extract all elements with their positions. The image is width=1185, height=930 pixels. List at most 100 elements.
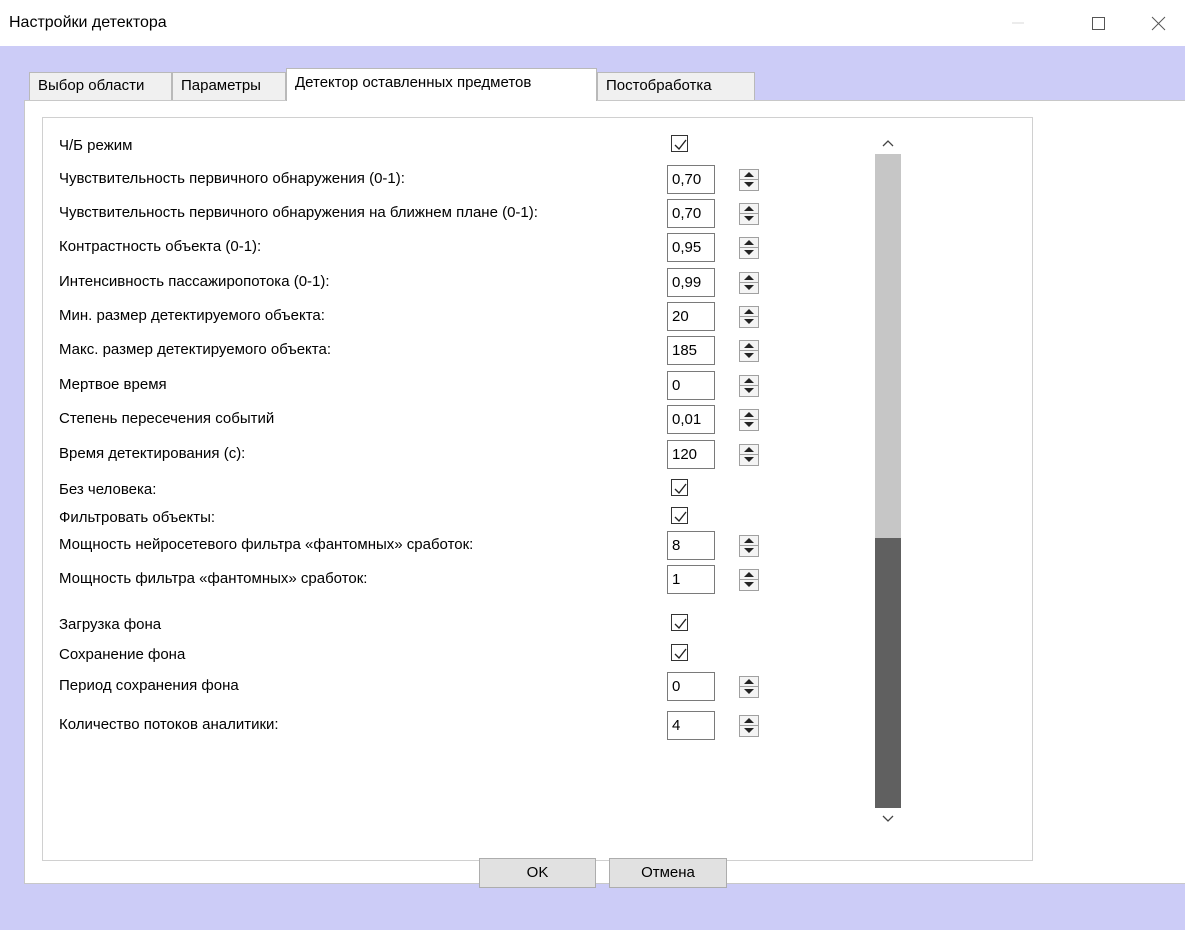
spin-buttons[interactable] <box>739 409 759 431</box>
param-value-input[interactable]: 0,99 <box>667 268 715 297</box>
spin-up-icon[interactable] <box>740 570 758 580</box>
spin-down-icon[interactable] <box>740 580 758 590</box>
param-label: Без человека: <box>59 481 157 498</box>
tab-page: Ч/Б режим Чувствительность первичного обн… <box>24 100 1185 884</box>
spin-down-icon[interactable] <box>740 726 758 736</box>
spin-down-icon[interactable] <box>740 420 758 430</box>
spin-up-icon[interactable] <box>740 204 758 214</box>
spin-down-icon[interactable] <box>740 283 758 293</box>
spin-up-icon[interactable] <box>740 445 758 455</box>
spin-up-icon[interactable] <box>740 238 758 248</box>
param-checkbox[interactable] <box>671 135 688 152</box>
param-checkbox[interactable] <box>671 644 688 661</box>
param-label: Период сохранения фона <box>59 677 239 694</box>
spin-up-icon[interactable] <box>740 170 758 180</box>
param-value-input[interactable]: 4 <box>667 711 715 740</box>
spin-up-icon[interactable] <box>740 376 758 386</box>
close-icon <box>1151 16 1166 31</box>
parameters-panel: Ч/Б режим Чувствительность первичного обн… <box>42 117 1033 861</box>
scroll-track[interactable] <box>875 154 901 808</box>
param-label: Интенсивность пассажиропотока (0-1): <box>59 273 330 290</box>
param-value-input[interactable]: 0 <box>667 371 715 400</box>
spin-buttons[interactable] <box>739 676 759 698</box>
param-label: Мертвое время <box>59 376 167 393</box>
spin-up-icon[interactable] <box>740 677 758 687</box>
tab-region-selection[interactable]: Выбор области <box>29 72 172 100</box>
spin-up-icon[interactable] <box>740 410 758 420</box>
spin-buttons[interactable] <box>739 340 759 362</box>
spin-up-icon[interactable] <box>740 341 758 351</box>
param-value-input[interactable]: 0,95 <box>667 233 715 262</box>
param-value-input[interactable]: 0,70 <box>667 165 715 194</box>
param-row: Загрузка фона <box>43 611 903 641</box>
spin-up-icon[interactable] <box>740 307 758 317</box>
param-value-input[interactable]: 1 <box>667 565 715 594</box>
tab-parameters[interactable]: Параметры <box>172 72 286 100</box>
param-row: Время детектирования (с): 120 <box>43 440 903 470</box>
vertical-scrollbar[interactable] <box>875 132 901 830</box>
param-value-input[interactable]: 0,70 <box>667 199 715 228</box>
param-value-input[interactable]: 120 <box>667 440 715 469</box>
spin-up-icon[interactable] <box>740 273 758 283</box>
param-label: Фильтровать объекты: <box>59 509 216 526</box>
param-label: Макс. размер детектируемого объекта: <box>59 341 331 358</box>
scroll-thumb[interactable] <box>875 538 901 808</box>
param-label: Мин. размер детектируемого объекта: <box>59 307 325 324</box>
cancel-button[interactable]: Отмена <box>609 858 727 888</box>
tab-abandoned-objects-detector[interactable]: Детектор оставленных предметов <box>286 68 597 101</box>
param-value-input[interactable]: 0 <box>667 672 715 701</box>
spin-buttons[interactable] <box>739 715 759 737</box>
param-label: Чувствительность первичного обнаружения … <box>59 170 405 187</box>
tab-postprocessing[interactable]: Постобработка <box>597 72 755 100</box>
param-checkbox[interactable] <box>671 479 688 496</box>
param-value-input[interactable]: 0,01 <box>667 405 715 434</box>
param-row: Период сохранения фона 0 <box>43 672 903 702</box>
spin-down-icon[interactable] <box>740 687 758 697</box>
param-value-input[interactable]: 8 <box>667 531 715 560</box>
param-label: Время детектирования (с): <box>59 445 246 462</box>
spin-down-icon[interactable] <box>740 455 758 465</box>
maximize-icon <box>1092 17 1105 30</box>
spin-down-icon[interactable] <box>740 248 758 258</box>
checkmark-icon <box>674 511 687 523</box>
spin-buttons[interactable] <box>739 375 759 397</box>
param-value-input[interactable]: 20 <box>667 302 715 331</box>
spin-down-icon[interactable] <box>740 351 758 361</box>
scroll-down-button[interactable] <box>875 808 901 830</box>
param-label: Мощность нейросетевого фильтра «фантомны… <box>59 536 474 553</box>
scroll-up-button[interactable] <box>875 132 901 154</box>
spin-down-icon[interactable] <box>740 214 758 224</box>
spin-buttons[interactable] <box>739 306 759 328</box>
param-row: Мертвое время 0 <box>43 371 903 401</box>
maximize-button[interactable] <box>1078 6 1118 40</box>
chevron-up-icon <box>882 140 894 147</box>
spin-down-icon[interactable] <box>740 317 758 327</box>
param-checkbox[interactable] <box>671 614 688 631</box>
spin-buttons[interactable] <box>739 169 759 191</box>
param-row: Без человека: <box>43 476 903 506</box>
checkmark-icon <box>674 139 687 151</box>
param-row: Мощность фильтра «фантомных» сработок: 1 <box>43 565 903 595</box>
ok-button[interactable]: OK <box>479 858 596 888</box>
spin-buttons[interactable] <box>739 203 759 225</box>
param-label: Чувствительность первичного обнаружения … <box>59 204 538 221</box>
checkmark-icon <box>674 648 687 660</box>
param-row: Макс. размер детектируемого объекта: 185 <box>43 336 903 366</box>
spin-buttons[interactable] <box>739 272 759 294</box>
param-row: Ч/Б режим <box>43 132 903 162</box>
param-row: Сохранение фона <box>43 641 903 671</box>
param-value-input[interactable]: 185 <box>667 336 715 365</box>
spin-down-icon[interactable] <box>740 180 758 190</box>
spin-down-icon[interactable] <box>740 386 758 396</box>
minimize-button[interactable] <box>998 6 1038 40</box>
spin-buttons[interactable] <box>739 237 759 259</box>
spin-up-icon[interactable] <box>740 536 758 546</box>
spin-down-icon[interactable] <box>740 546 758 556</box>
spin-up-icon[interactable] <box>740 716 758 726</box>
checkmark-icon <box>674 618 687 630</box>
spin-buttons[interactable] <box>739 569 759 591</box>
spin-buttons[interactable] <box>739 535 759 557</box>
param-checkbox[interactable] <box>671 507 688 524</box>
spin-buttons[interactable] <box>739 444 759 466</box>
close-button[interactable] <box>1138 6 1178 40</box>
